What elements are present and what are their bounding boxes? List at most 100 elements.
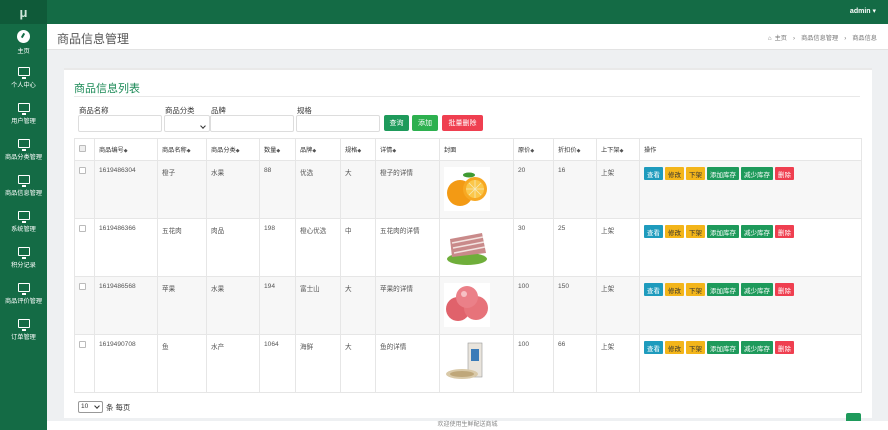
row-checkbox[interactable] <box>79 341 86 348</box>
user-menu[interactable]: admin ▾ <box>850 7 876 15</box>
sidebar-item-system[interactable]: 系统管理 <box>0 204 47 240</box>
sidebar-item-users[interactable]: 用户管理 <box>0 96 47 132</box>
breadcrumb: ⌂ 主页 › 商品信息管理 › 商品信息 <box>765 33 880 42</box>
edit-button[interactable]: 修改 <box>665 283 684 296</box>
sidebar-item-products[interactable]: 商品信息管理 <box>0 168 47 204</box>
spec-filter-input[interactable] <box>296 115 380 132</box>
reduce-stock-button[interactable]: 减少库存 <box>741 225 773 238</box>
cell-detail: 苹果的详情 <box>375 276 440 335</box>
sidebar-item-categories[interactable]: 商品分类管理 <box>0 132 47 168</box>
column-header: 操作 <box>639 138 862 161</box>
cell-category: 水果 <box>206 160 260 219</box>
brand-filter-input[interactable] <box>210 115 294 132</box>
cell-price: 30 <box>513 218 554 277</box>
cell-spec: 中 <box>340 218 376 277</box>
sort-icon: ◆ <box>357 148 362 154</box>
cell-spec: 大 <box>340 276 376 335</box>
edit-button[interactable]: 修改 <box>665 341 684 354</box>
product-list-card: 商品信息列表 商品名称 商品分类 品牌 规格 查询 添加 批量删除 商品编号◆ … <box>64 68 872 418</box>
breadcrumb-home[interactable]: 主页 <box>775 35 787 42</box>
monitor-icon <box>17 67 30 79</box>
breadcrumb-module[interactable]: 商品信息管理 <box>801 35 838 42</box>
column-header[interactable]: 数量◆ <box>259 138 296 161</box>
column-header[interactable]: 折扣价◆ <box>553 138 597 161</box>
row-checkbox[interactable] <box>79 225 86 232</box>
add-stock-button[interactable]: 添加库存 <box>707 283 739 296</box>
sort-icon: ◆ <box>123 148 128 154</box>
add-stock-button[interactable]: 添加库存 <box>707 341 739 354</box>
home-icon: ⌂ <box>767 35 772 42</box>
cell-category: 水产 <box>206 334 260 393</box>
column-header[interactable]: 品牌◆ <box>295 138 341 161</box>
cell-id: 1619490708 <box>94 334 158 393</box>
column-header[interactable]: 上下架◆ <box>596 138 640 161</box>
sidebar-item-profile[interactable]: 个人中心 <box>0 60 47 96</box>
column-header: 封面 <box>439 138 514 161</box>
column-header[interactable]: 商品分类◆ <box>206 138 260 161</box>
sidebar-item-reviews[interactable]: 商品评价管理 <box>0 276 47 312</box>
page-size-select[interactable]: 10 <box>78 401 103 413</box>
fish-image <box>444 341 490 385</box>
offshelf-button[interactable]: 下架 <box>686 167 705 180</box>
cell-spec: 大 <box>340 160 376 219</box>
column-header[interactable]: 商品编号◆ <box>94 138 158 161</box>
delete-button[interactable]: 删除 <box>775 167 794 180</box>
table-row: 1619486304 橙子 水果 88 优选 大 橙子的详情 20 16 上架 … <box>74 160 862 219</box>
sidebar-item-label: 订单管理 <box>11 334 36 341</box>
offshelf-button[interactable]: 下架 <box>686 283 705 296</box>
reduce-stock-button[interactable]: 减少库存 <box>741 283 773 296</box>
reduce-stock-button[interactable]: 减少库存 <box>741 167 773 180</box>
cell-qty: 194 <box>259 276 296 335</box>
view-button[interactable]: 查看 <box>644 341 663 354</box>
edit-button[interactable]: 修改 <box>665 225 684 238</box>
row-actions: 查看 修改 下架 添加库存 减少库存 删除 <box>644 341 857 354</box>
column-header[interactable]: 详情◆ <box>375 138 440 161</box>
page-header: 商品信息管理 ⌂ 主页 › 商品信息管理 › 商品信息 <box>47 24 888 50</box>
table-row: 1619490708 鱼 水产 1064 海鲜 大 鱼的详情 100 66 上架… <box>74 334 862 393</box>
sidebar-item-label: 商品评价管理 <box>4 298 43 305</box>
category-filter-select[interactable] <box>164 115 210 132</box>
view-button[interactable]: 查看 <box>644 167 663 180</box>
breadcrumb-separator: › <box>793 35 796 42</box>
cell-name: 鱼 <box>157 334 207 393</box>
name-filter-input[interactable] <box>78 115 162 132</box>
cell-category: 肉品 <box>206 218 260 277</box>
sort-icon: ◆ <box>619 148 624 154</box>
cell-discount: 66 <box>553 334 597 393</box>
reduce-stock-button[interactable]: 减少库存 <box>741 341 773 354</box>
column-header[interactable]: 原价◆ <box>513 138 554 161</box>
view-button[interactable]: 查看 <box>644 283 663 296</box>
monitor-icon <box>17 283 30 295</box>
delete-button[interactable]: 删除 <box>775 225 794 238</box>
edit-button[interactable]: 修改 <box>665 167 684 180</box>
sidebar-item-home[interactable]: 主页 <box>0 24 47 60</box>
batch-delete-button[interactable]: 批量删除 <box>442 115 483 131</box>
row-actions: 查看 修改 下架 添加库存 减少库存 删除 <box>644 225 857 238</box>
product-table: 商品编号◆ 商品名称◆ 商品分类◆ 数量◆ 品牌◆ 规格◆ 详情◆ 封面 原价◆… <box>74 138 862 393</box>
select-all-checkbox[interactable] <box>79 145 86 152</box>
apple-image <box>444 283 490 327</box>
add-stock-button[interactable]: 添加库存 <box>707 225 739 238</box>
delete-button[interactable]: 删除 <box>775 283 794 296</box>
offshelf-button[interactable]: 下架 <box>686 225 705 238</box>
column-header[interactable]: 商品名称◆ <box>157 138 207 161</box>
search-button[interactable]: 查询 <box>384 115 409 131</box>
cell-detail: 橙子的详情 <box>375 160 440 219</box>
row-checkbox[interactable] <box>79 167 86 174</box>
sidebar-item-points[interactable]: 积分记录 <box>0 240 47 276</box>
delete-button[interactable]: 删除 <box>775 341 794 354</box>
cell-id: 1619486568 <box>94 276 158 335</box>
cell-brand: 橙心优选 <box>295 218 341 277</box>
cell-status: 上架 <box>596 276 640 335</box>
sidebar-item-orders[interactable]: 订单管理 <box>0 312 47 348</box>
sidebar: μ 主页 个人中心 用户管理 商品分类管理 商品信息管理 系统管理 积分记录 商… <box>0 0 47 430</box>
cell-brand: 优选 <box>295 160 341 219</box>
table-row: 1619486366 五花肉 肉品 198 橙心优选 中 五花肉的详情 30 2… <box>74 218 862 277</box>
sort-icon: ◆ <box>576 148 581 154</box>
row-checkbox[interactable] <box>79 283 86 290</box>
view-button[interactable]: 查看 <box>644 225 663 238</box>
add-button[interactable]: 添加 <box>412 115 438 131</box>
offshelf-button[interactable]: 下架 <box>686 341 705 354</box>
add-stock-button[interactable]: 添加库存 <box>707 167 739 180</box>
column-header[interactable]: 规格◆ <box>340 138 376 161</box>
